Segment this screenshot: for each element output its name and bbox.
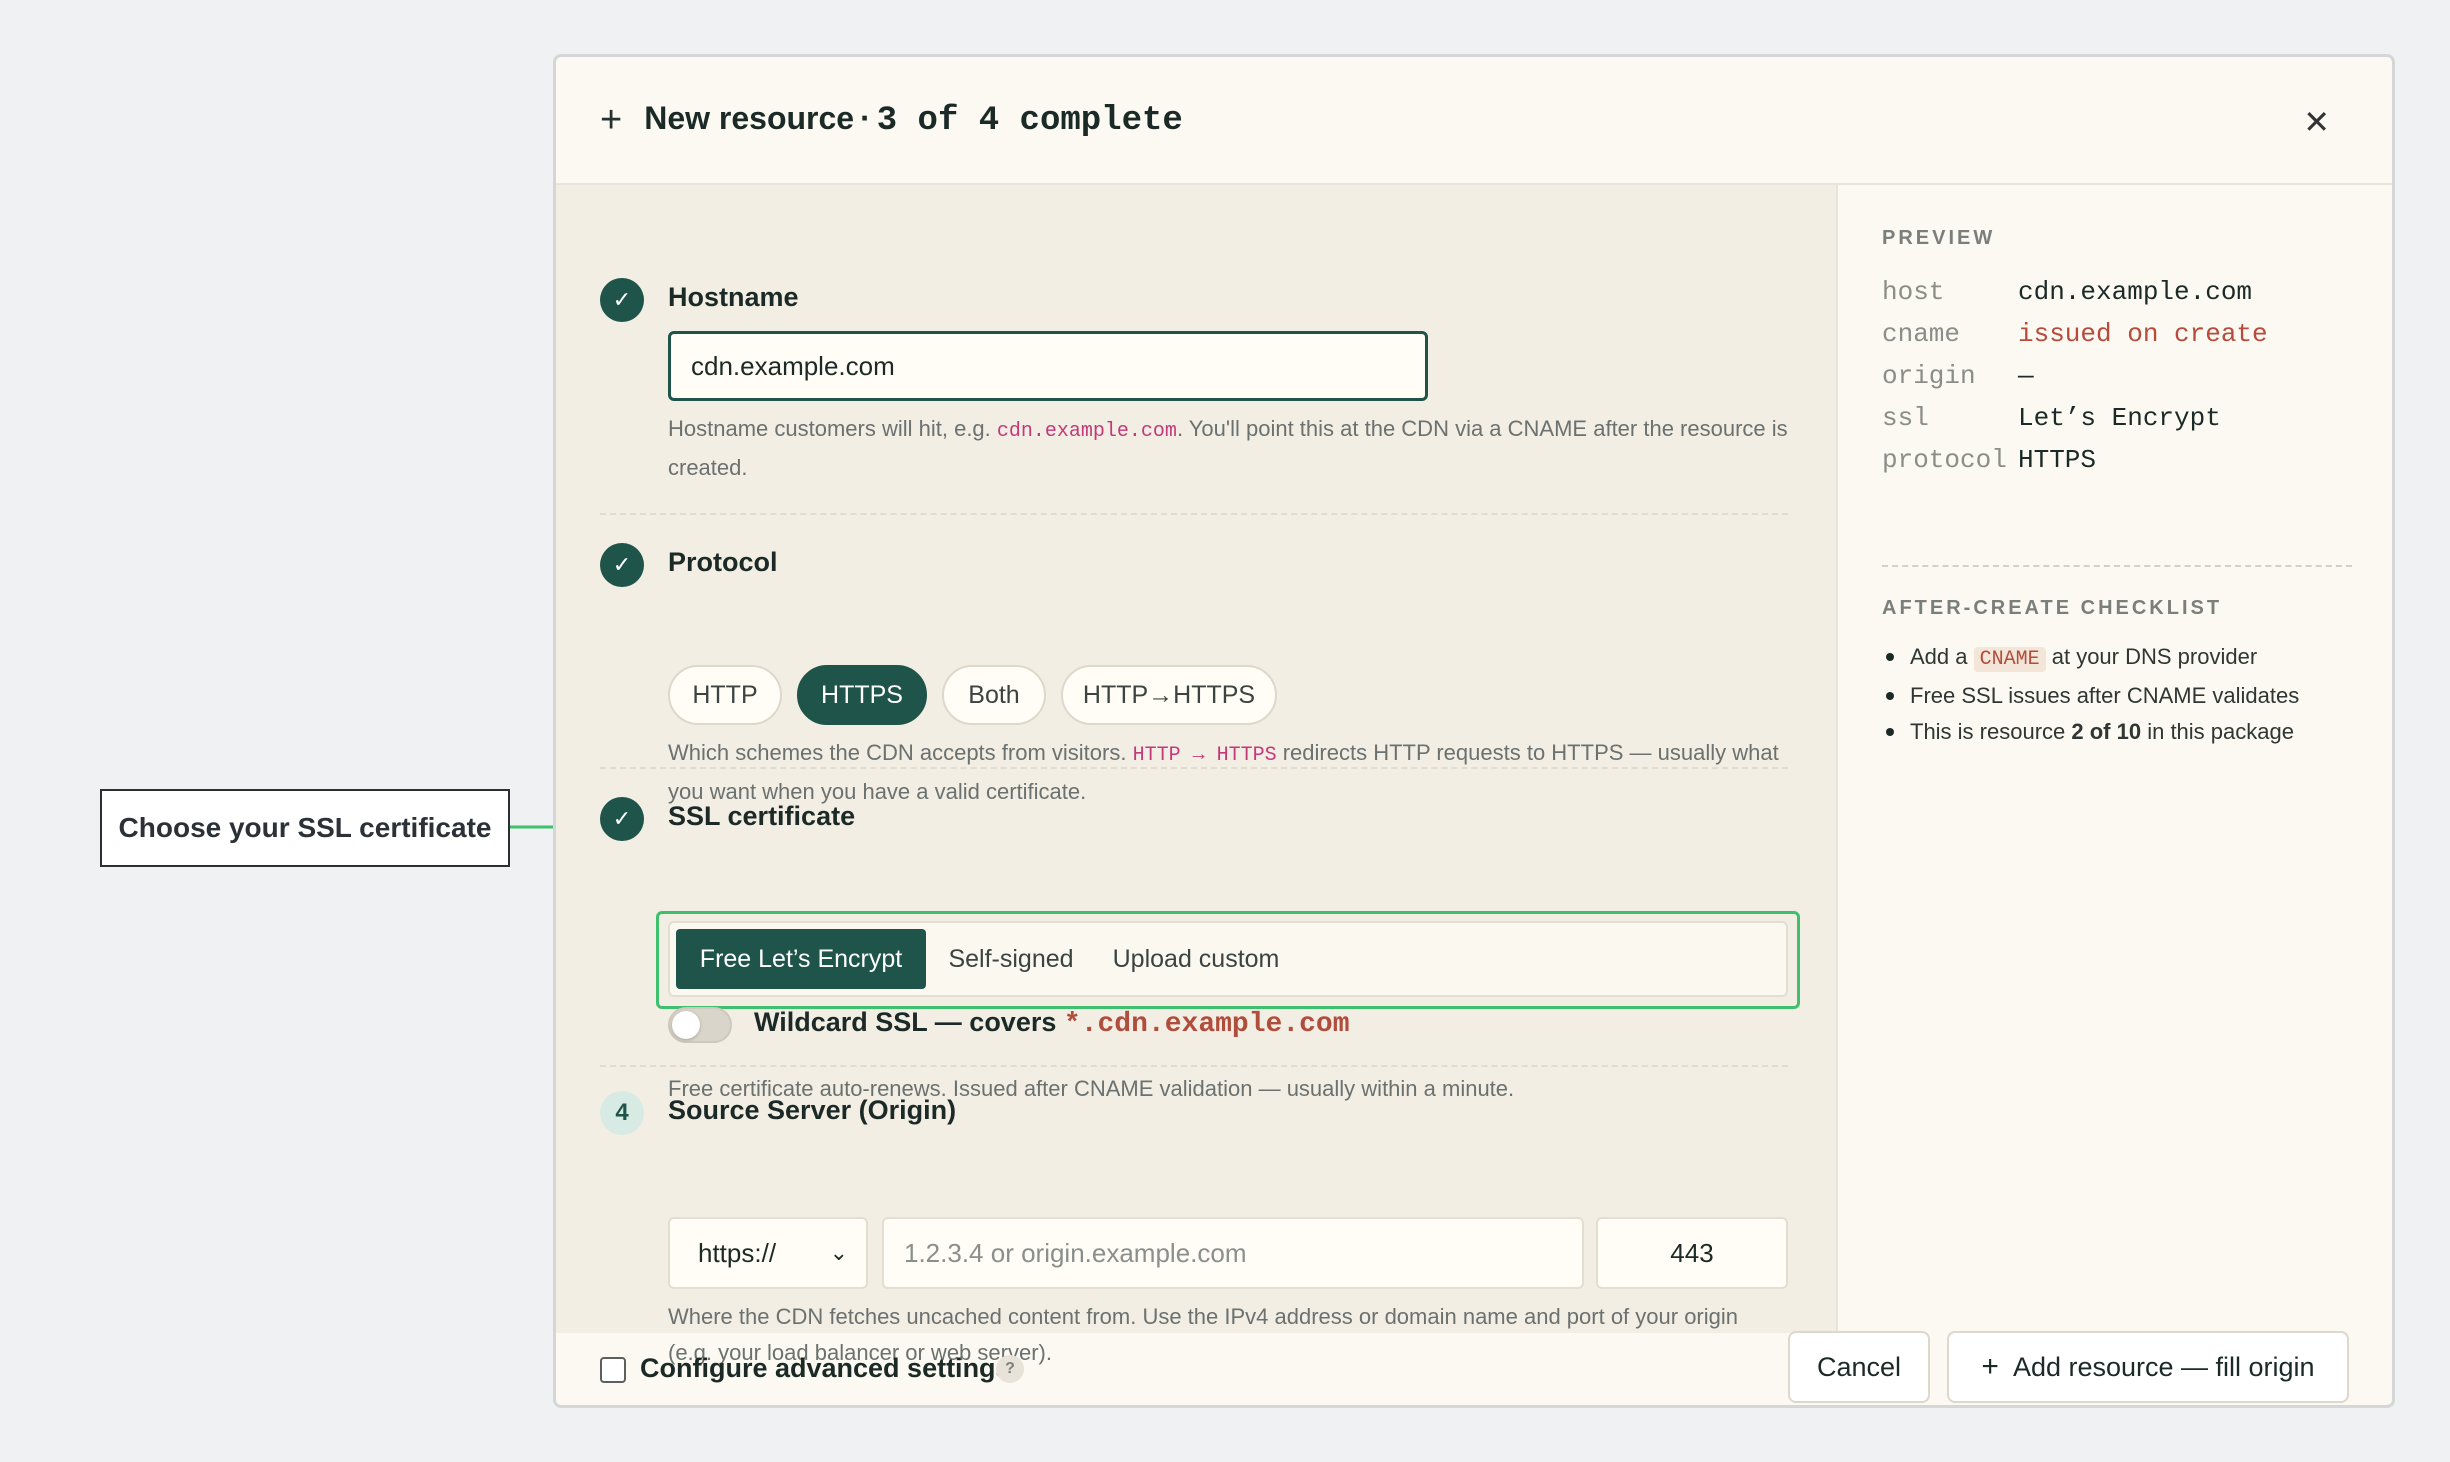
checklist-item-text: This is resource (1910, 719, 2072, 744)
preview-key: protocol (1882, 445, 2007, 475)
checklist-item-text: at your DNS provider (2045, 644, 2258, 669)
checklist-item-text: Add a (1910, 644, 1974, 669)
protocol-complete-check-icon: ✓ (600, 543, 644, 587)
protocol-option-http-to-https[interactable]: HTTP→HTTPS (1061, 665, 1277, 725)
checklist-item: Free SSL issues after CNAME validates (1882, 678, 2372, 714)
checklist-item: This is resource 2 of 10 in this package (1882, 714, 2372, 750)
ssl-option-lets-encrypt[interactable]: Free Let’s Encrypt (676, 929, 926, 989)
preview-key: host (1882, 277, 1945, 307)
preview-panel: PREVIEW host cdn.example.com cname issued … (1836, 185, 2392, 1333)
preview-row-origin: origin — (1882, 355, 2352, 397)
ssl-option-self-signed[interactable]: Self-signed (936, 929, 1086, 989)
preview-row-protocol: protocol HTTPS (1882, 439, 2352, 481)
ssl-label: SSL certificate (668, 801, 856, 831)
preview-row-host: host cdn.example.com (1882, 271, 2352, 313)
dialog-header: + New resource · 3 of 4 complete ✕ (556, 57, 2392, 185)
preview-row-ssl: ssl Let’s Encrypt (1882, 397, 2352, 439)
protocol-label: Protocol (668, 547, 778, 577)
preview-value: HTTPS (2018, 445, 2097, 475)
progress-text: 3 of 4 complete (876, 102, 1183, 140)
title-separator: · (860, 100, 871, 136)
plus-icon: + (600, 99, 623, 141)
protocol-help: Which schemes the CDN accepts from visit… (668, 735, 1788, 810)
preview-key: origin (1882, 361, 1976, 391)
ssl-option-group: Free Let’s Encrypt Self-signed Upload cu… (668, 921, 1788, 997)
origin-scheme-value: https:// (698, 1237, 777, 1268)
hostname-help-text: Hostname customers will hit, e.g. (668, 416, 997, 441)
preview-value: — (2018, 361, 2034, 391)
hostname-label: Hostname (668, 282, 799, 312)
chevron-down-icon: ⌄ (829, 1240, 848, 1265)
origin-port-value: 443 (1670, 1237, 1714, 1268)
help-icon[interactable]: ? (996, 1355, 1024, 1383)
advanced-settings-checkbox[interactable] (600, 1357, 626, 1383)
protocol-option-http[interactable]: HTTP (668, 665, 782, 725)
preview-divider (1882, 565, 2352, 567)
checklist-heading-text: AFTER-CREATE CHECKLIST (1882, 597, 2223, 619)
resource-count: 2 of 10 (2071, 719, 2142, 744)
new-resource-dialog: + New resource · 3 of 4 complete ✕ ✓ Hostn… (553, 54, 2395, 1408)
form-panel: ✓ Hostname cdn.example.com Hostname cust… (556, 185, 1836, 1365)
cancel-button[interactable]: Cancel (1788, 1331, 1930, 1403)
preview-key: ssl (1882, 403, 1929, 433)
origin-step-number: 4 (600, 1091, 644, 1135)
hostname-complete-check-icon: ✓ (600, 278, 644, 322)
add-resource-button[interactable]: + Add resource — fill origin (1947, 1331, 2349, 1403)
hostname-help-code: cdn.example.com (996, 420, 1177, 443)
origin-host-input[interactable]: 1.2.3.4 or origin.example.com (882, 1217, 1584, 1289)
preview-value: issued on create (2018, 319, 2268, 349)
protocol-option-both[interactable]: Both (942, 665, 1046, 725)
hostname-value: cdn.example.com (691, 350, 895, 381)
divider (600, 767, 1788, 769)
hostname-input[interactable]: cdn.example.com (668, 331, 1428, 401)
dialog-title-text: New resource (644, 100, 855, 136)
dialog-footer: Configure advanced settings ? Cancel + A… (556, 1331, 2392, 1405)
checklist-heading: AFTER-CREATE CHECKLIST (1882, 597, 2222, 620)
wildcard-ssl-toggle[interactable] (668, 1007, 732, 1043)
close-icon[interactable]: ✕ (2303, 103, 2330, 141)
ssl-callout-text: Choose your SSL certificate (118, 812, 492, 843)
toggle-knob (672, 1011, 700, 1039)
after-create-checklist: Add a CNAME at your DNS provider Free SS… (1882, 639, 2372, 750)
hostname-help: Hostname customers will hit, e.g. cdn.ex… (668, 411, 1788, 486)
preview-key: cname (1882, 319, 1961, 349)
origin-scheme-select[interactable]: https:// ⌄ (668, 1217, 868, 1289)
divider-ssl-origin (600, 1065, 1788, 1067)
origin-host-placeholder: 1.2.3.4 or origin.example.com (904, 1237, 1247, 1268)
ssl-callout: Choose your SSL certificate (100, 789, 510, 867)
wildcard-ssl-text: Wildcard SSL — covers (754, 1007, 1057, 1037)
ssl-option-upload-custom[interactable]: Upload custom (1096, 929, 1296, 989)
add-resource-label: Add resource — fill origin (2012, 1351, 2315, 1382)
protocol-option-https[interactable]: HTTPS (797, 665, 927, 725)
protocol-help-text: Which schemes the CDN accepts from visit… (668, 740, 1133, 765)
protocol-help-code: HTTP → HTTPS (1132, 744, 1277, 767)
dialog-title: New resource · 3 of 4 complete (644, 100, 1183, 140)
wildcard-domain: *.cdn.example.com (1063, 1009, 1350, 1040)
wildcard-ssl-label: Wildcard SSL — covers *.cdn.example.com (754, 1007, 1350, 1040)
preview-value: cdn.example.com (2018, 277, 2253, 307)
checklist-item: Add a CNAME at your DNS provider (1882, 639, 2372, 678)
checklist-item-text: in this package (2141, 719, 2294, 744)
origin-port-input[interactable]: 443 (1596, 1217, 1788, 1289)
preview-row-cname: cname issued on create (1882, 313, 2352, 355)
divider (600, 513, 1788, 515)
advanced-settings-label[interactable]: Configure advanced settings (640, 1353, 1011, 1384)
cname-chip: CNAME (1973, 647, 2046, 672)
preview-value: Let’s Encrypt (2018, 403, 2221, 433)
preview-list: host cdn.example.com cname issued on creat… (1882, 271, 2352, 481)
ssl-complete-check-icon: ✓ (600, 797, 644, 841)
origin-label: Source Server (Origin) (668, 1095, 957, 1125)
plus-icon: + (1981, 1350, 1999, 1383)
preview-heading: PREVIEW (1882, 227, 1996, 249)
